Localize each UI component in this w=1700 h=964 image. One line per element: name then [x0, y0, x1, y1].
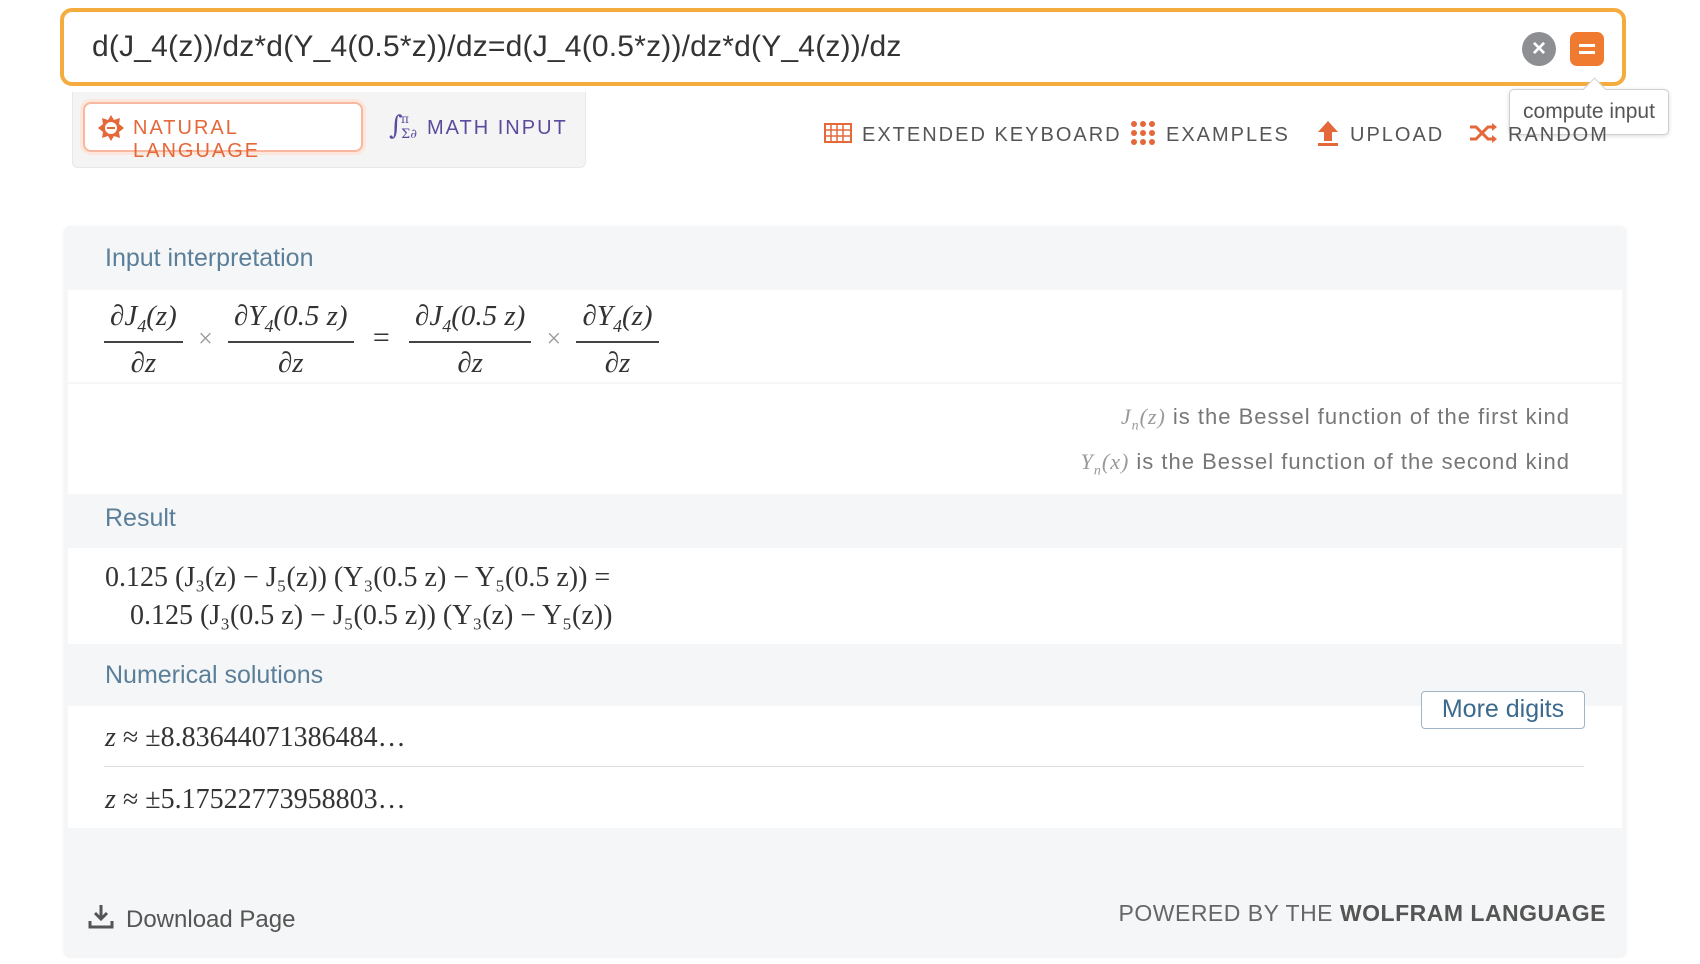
- svg-text:Σ∂: Σ∂: [401, 127, 417, 142]
- more-digits-button[interactable]: More digits: [1421, 691, 1585, 729]
- math-input-label: MATH INPUT: [427, 117, 568, 139]
- query-input[interactable]: d(J_4(z))/dz*d(Y_4(0.5*z))/dz=d(J_4(0.5*…: [92, 30, 902, 64]
- input-interpretation-title: Input interpretation: [105, 244, 314, 272]
- input-mode-panel: NATURAL LANGUAGE ∫ π Σ∂ MATH INPUT: [72, 92, 586, 168]
- bessel-second-kind-note: Yn(x) is the Bessel function of the seco…: [1080, 449, 1570, 479]
- math-symbols-icon: ∫ π Σ∂: [389, 110, 421, 147]
- random-label: RANDOM: [1508, 123, 1609, 146]
- grid-dots-icon: [1130, 120, 1156, 151]
- examples-button[interactable]: EXAMPLES: [1130, 120, 1290, 150]
- close-icon[interactable]: ×: [1522, 32, 1556, 66]
- extended-keyboard-button[interactable]: EXTENDED KEYBOARD: [824, 120, 1122, 150]
- compute-button[interactable]: [1570, 32, 1604, 66]
- input-interpretation-formula: ∂J4(z) ∂z × ∂Y4(0.5 z) ∂z = ∂J4(0.5 z) ∂z ×…: [68, 290, 1622, 382]
- random-button[interactable]: RANDOM: [1468, 120, 1609, 150]
- results-card: Input interpretation ∂J4(z) ∂z × ∂Y4(0.5 …: [64, 226, 1626, 956]
- result-body: 0.125 (J₃(z) − J₅(z)) (Y₃(0.5 z) − Y₅(0.…: [68, 548, 1622, 644]
- keyboard-icon: [824, 122, 852, 149]
- solution-divider: [104, 766, 1584, 767]
- download-page-label: Download Page: [126, 905, 296, 933]
- solution-row: z ≈ ±5.17522773958803…: [105, 784, 406, 815]
- result-line-1: 0.125 (J₃(z) − J₅(z)) (Y₃(0.5 z) − Y₅(0.…: [105, 562, 611, 593]
- shuffle-icon: [1468, 121, 1498, 150]
- numerical-solutions-body: z ≈ ±8.83644071386484… z ≈ ±5.1752277395…: [68, 706, 1622, 828]
- powered-by[interactable]: POWERED BY THE WOLFRAM LANGUAGE: [1119, 900, 1606, 927]
- upload-icon: [1316, 119, 1340, 152]
- numerical-solutions-title: Numerical solutions: [105, 661, 324, 689]
- natural-language-label: NATURAL LANGUAGE: [133, 117, 261, 162]
- examples-label: EXAMPLES: [1166, 123, 1290, 146]
- bessel-notes: Jn(z) is the Bessel function of the firs…: [68, 384, 1622, 494]
- result-title: Result: [105, 504, 176, 532]
- download-page-button[interactable]: Download Page: [88, 903, 295, 936]
- download-icon: [88, 903, 114, 936]
- svg-text:π: π: [401, 112, 409, 126]
- query-bar[interactable]: d(J_4(z))/dz*d(Y_4(0.5*z))/dz=d(J_4(0.5*…: [60, 8, 1626, 86]
- upload-label: UPLOAD: [1350, 123, 1445, 146]
- derivative-equation: ∂J4(z) ∂z × ∂Y4(0.5 z) ∂z = ∂J4(0.5 z) ∂z ×…: [104, 300, 659, 380]
- result-line-2: 0.125 (J₃(0.5 z) − J₅(0.5 z)) (Y₃(z) − Y…: [130, 600, 613, 631]
- extended-keyboard-label: EXTENDED KEYBOARD: [862, 123, 1122, 146]
- bessel-first-kind-note: Jn(z) is the Bessel function of the firs…: [1120, 404, 1570, 434]
- equals-icon: [1579, 44, 1595, 47]
- solution-row: z ≈ ±8.83644071386484…: [105, 722, 406, 753]
- natural-language-tab[interactable]: NATURAL LANGUAGE: [83, 102, 363, 162]
- sun-icon: [97, 114, 125, 147]
- upload-button[interactable]: UPLOAD: [1316, 120, 1444, 150]
